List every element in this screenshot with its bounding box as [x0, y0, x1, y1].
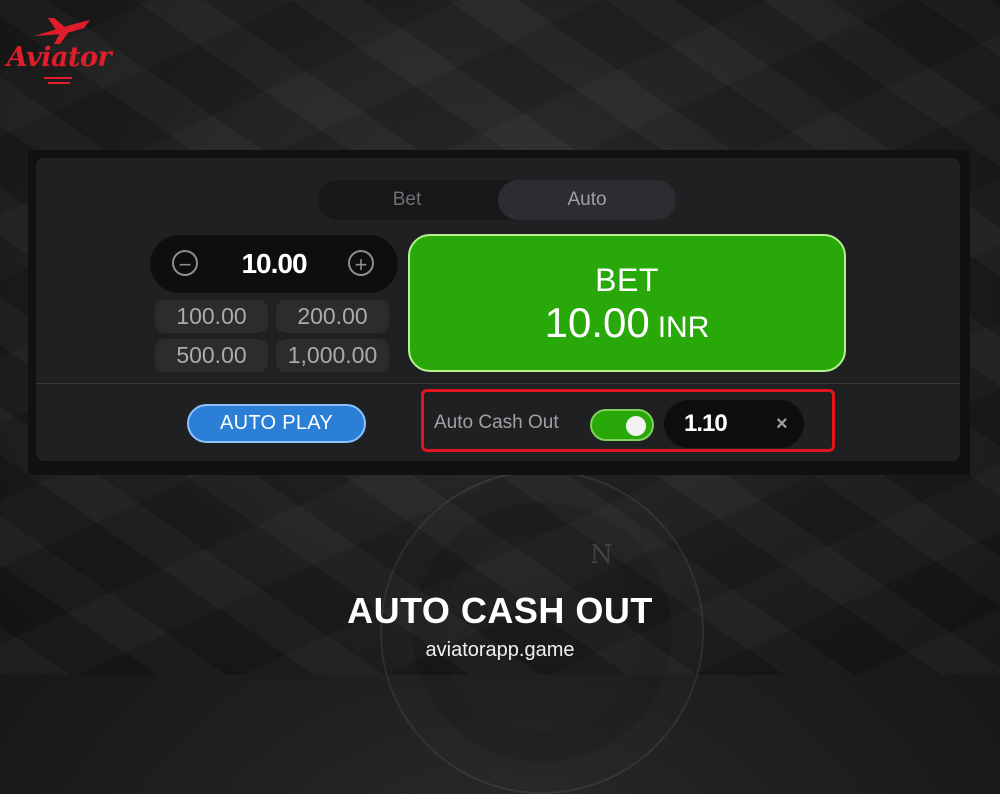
caption-headline: AUTO CASH OUT — [347, 590, 653, 631]
stake-stepper: − 10.00 + — [150, 235, 398, 293]
compass-north-mark: N — [590, 540, 613, 570]
logo-underline-2 — [48, 82, 70, 84]
clear-icon[interactable]: × — [776, 400, 788, 448]
preset-chip-1000[interactable]: 1,000.00 — [276, 339, 389, 372]
auto-cash-out-input[interactable]: 1.10 — [684, 400, 728, 448]
bet-currency: INR — [657, 311, 710, 344]
toggle-knob — [626, 416, 646, 436]
increase-stake-button[interactable]: + — [348, 250, 374, 277]
logo-underline — [44, 77, 72, 79]
auto-cash-out-toggle[interactable] — [590, 409, 654, 441]
preset-chip-200[interactable]: 200.00 — [276, 300, 389, 333]
bet-mode-tabs: Bet Auto — [318, 180, 676, 220]
panel-divider — [36, 383, 960, 384]
aviator-logo: Aviator — [4, 14, 114, 84]
tab-bet[interactable]: Bet — [318, 180, 496, 220]
bet-button-label: BET — [595, 262, 659, 298]
stake-input[interactable]: 10.00 — [210, 235, 338, 293]
bet-button[interactable]: BET 10.00 INR — [408, 234, 846, 372]
preset-chip-500[interactable]: 500.00 — [155, 339, 268, 372]
tab-auto[interactable]: Auto — [498, 180, 676, 220]
preset-chip-100[interactable]: 100.00 — [155, 300, 268, 333]
bet-amount: 10.00 — [544, 299, 650, 346]
logo-text: Aviator — [6, 42, 112, 73]
decrease-stake-button[interactable]: − — [172, 250, 198, 277]
auto-cash-out-label: Auto Cash Out — [434, 412, 559, 433]
caption-site: aviatorapp.game — [425, 639, 575, 661]
compass-decoration — [380, 470, 704, 794]
bet-button-amount-row: 10.00 INR — [410, 299, 844, 347]
auto-cash-out-field: 1.10 × — [664, 400, 804, 448]
auto-play-button[interactable]: AUTO PLAY — [187, 404, 366, 443]
